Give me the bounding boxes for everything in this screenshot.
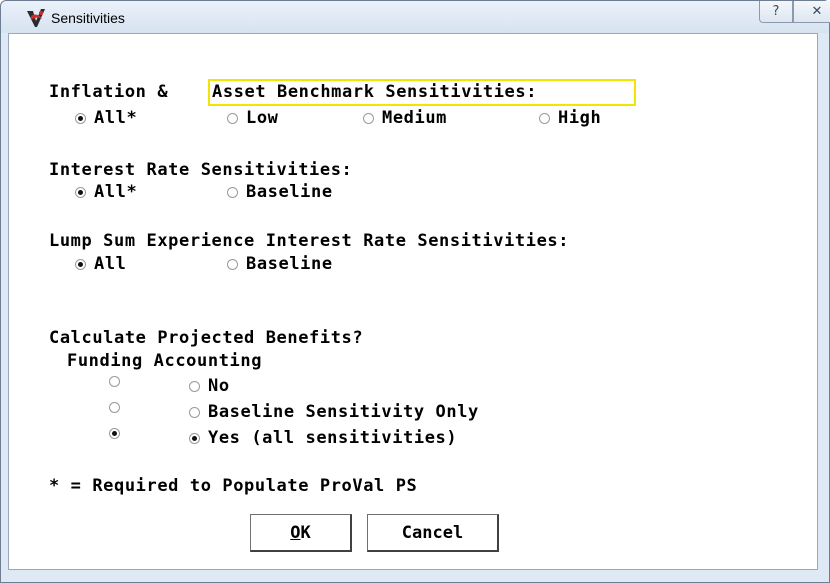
radio-icon	[227, 186, 238, 198]
radio-selected-icon	[75, 186, 86, 198]
interest-option-all[interactable]: All*	[75, 182, 137, 202]
accounting-option-no[interactable]: No	[189, 376, 230, 396]
app-logo-icon	[27, 9, 45, 27]
option-label: Yes (all sensitivities)	[208, 428, 458, 448]
radio-selected-icon	[75, 258, 86, 270]
funding-accounting-headers: Funding Accounting	[67, 351, 263, 371]
accounting-option-baseline[interactable]: Baseline Sensitivity Only	[189, 402, 479, 422]
radio-icon	[227, 258, 238, 270]
close-button[interactable]: ✕	[793, 1, 830, 23]
lump-sum-option-baseline[interactable]: Baseline	[227, 254, 333, 274]
radio-icon	[109, 402, 120, 413]
projected-benefits-question: Calculate Projected Benefits?	[49, 328, 364, 348]
interest-rate-label: Interest Rate Sensitivities:	[49, 160, 353, 180]
ok-mnemonic: O	[290, 522, 301, 543]
option-label: Baseline	[246, 182, 333, 202]
inflation-label-prefix: Inflation &	[49, 82, 169, 102]
ok-button[interactable]: OK	[250, 514, 352, 552]
inflation-option-all[interactable]: All*	[75, 108, 137, 128]
asset-benchmark-label: Asset Benchmark Sensitivities:	[212, 82, 538, 102]
funding-option-yes[interactable]	[109, 428, 120, 439]
title-bar[interactable]: Sensitivities ? ✕	[1, 1, 830, 33]
radio-icon	[109, 376, 120, 387]
ok-label: K	[300, 522, 311, 543]
option-label: Baseline	[246, 254, 333, 274]
interest-option-baseline[interactable]: Baseline	[227, 182, 333, 202]
inflation-option-medium[interactable]: Medium	[363, 108, 447, 128]
radio-icon	[189, 380, 200, 392]
accounting-option-yes[interactable]: Yes (all sensitivities)	[189, 428, 457, 448]
dialog-body: Inflation & Asset Benchmark Sensitivitie…	[8, 33, 818, 570]
option-label: High	[558, 108, 602, 128]
sensitivities-dialog: Sensitivities ? ✕ Inflation & Asset Benc…	[0, 0, 830, 583]
option-label: Baseline Sensitivity Only	[208, 402, 479, 422]
close-icon: ✕	[811, 4, 823, 19]
radio-selected-icon	[75, 112, 86, 124]
window-title: Sensitivities	[51, 10, 125, 26]
inflation-option-low[interactable]: Low	[227, 108, 279, 128]
radio-icon	[227, 112, 238, 124]
radio-icon	[539, 112, 550, 124]
funding-option-no[interactable]	[109, 376, 120, 387]
option-label: All	[94, 254, 127, 274]
cancel-button[interactable]: Cancel	[367, 514, 499, 552]
help-icon: ?	[772, 4, 780, 19]
radio-selected-icon	[189, 432, 200, 444]
help-button[interactable]: ?	[759, 1, 793, 23]
option-label: Low	[246, 108, 279, 128]
radio-icon	[189, 406, 200, 418]
radio-selected-icon	[109, 428, 120, 439]
lump-sum-label: Lump Sum Experience Interest Rate Sensit…	[49, 231, 570, 251]
inflation-option-high[interactable]: High	[539, 108, 601, 128]
radio-icon	[363, 112, 374, 124]
cancel-label: Cancel	[401, 522, 464, 543]
option-label: All*	[94, 108, 138, 128]
option-label: All*	[94, 182, 138, 202]
option-label: Medium	[382, 108, 448, 128]
lump-sum-option-all[interactable]: All	[75, 254, 127, 274]
required-footnote: * = Required to Populate ProVal PS	[49, 476, 418, 496]
option-label: No	[208, 376, 230, 396]
funding-option-baseline[interactable]	[109, 402, 120, 413]
